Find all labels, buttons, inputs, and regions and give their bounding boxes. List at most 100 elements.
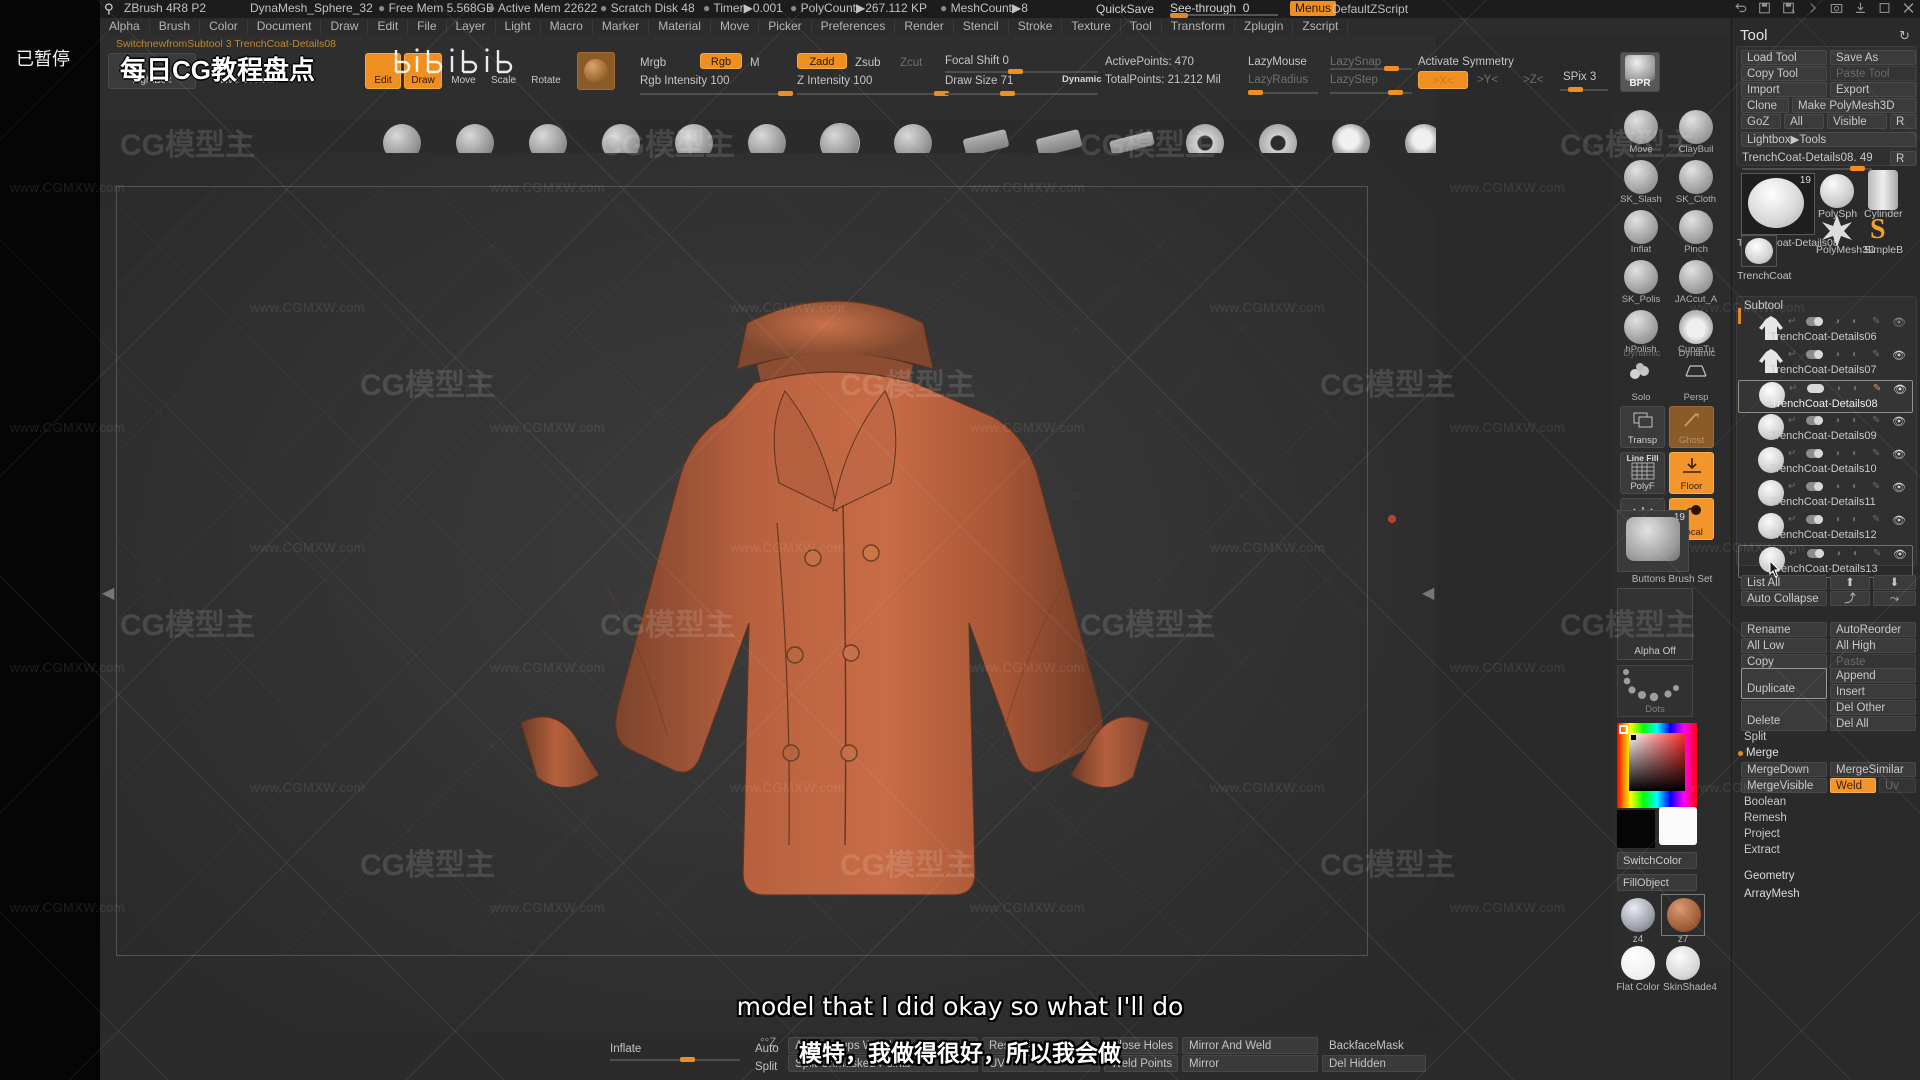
menu-item-color[interactable]: Color bbox=[200, 19, 248, 34]
subtool-row-12[interactable]: ↵ ◑ ◐ ✎ 👁 TrenchCoat-Details12 bbox=[1738, 512, 1913, 545]
menu-item-marker[interactable]: Marker bbox=[593, 19, 650, 34]
eye-icon[interactable]: 👁 bbox=[1892, 448, 1906, 461]
left-tray-toggle-icon[interactable]: ◀ bbox=[102, 583, 114, 603]
menu-item-layer[interactable]: Layer bbox=[447, 19, 496, 34]
brush-sk-slash[interactable]: SK_Slash bbox=[1616, 160, 1666, 206]
subtool-row-icons[interactable]: ↵ ◑ ◐ ✎ 👁 bbox=[1788, 481, 1910, 494]
all-low-button[interactable]: All Low bbox=[1741, 638, 1827, 653]
minimize-icon[interactable] bbox=[1853, 1, 1868, 15]
reset-icon[interactable]: ↻ bbox=[1899, 28, 1910, 44]
subtool-row-08[interactable]: ↵ ◑ ◐ ✎ 👁 TrenchCoat-Details08 bbox=[1738, 380, 1913, 413]
copy-tool-button[interactable]: Copy Tool bbox=[1741, 66, 1827, 81]
color-picker-square[interactable] bbox=[1629, 733, 1685, 791]
visibility-pill-icon[interactable] bbox=[1806, 482, 1823, 491]
bpr-render-button[interactable]: BPR bbox=[1620, 52, 1660, 92]
menu-item-move[interactable]: Move bbox=[711, 19, 760, 34]
see-through-slider[interactable]: See-through 0 bbox=[1170, 0, 1278, 18]
menu-item-tool[interactable]: Tool bbox=[1121, 19, 1162, 34]
visibility-pill-icon[interactable] bbox=[1806, 317, 1823, 326]
screenshot-icon[interactable] bbox=[1829, 1, 1844, 15]
ghost-toggle[interactable]: Ghost bbox=[1669, 406, 1714, 448]
lazysnap-knob[interactable] bbox=[1384, 66, 1399, 71]
zcut-toggle[interactable]: Zcut bbox=[900, 57, 922, 69]
del-all-button[interactable]: Del All bbox=[1830, 716, 1916, 731]
lazyradius-slider[interactable]: LazyRadius bbox=[1248, 74, 1308, 86]
coat-button[interactable] bbox=[786, 646, 804, 664]
menus-toggle-button[interactable]: Menus bbox=[1290, 1, 1337, 16]
auto-collapse-button[interactable]: Auto Collapse bbox=[1741, 591, 1827, 606]
paste-tool-button[interactable]: Paste Tool bbox=[1830, 66, 1916, 81]
rgb-toggle[interactable]: Rgb bbox=[700, 53, 742, 69]
subtool-row-13[interactable]: ↵ ◑ ◐ ✎ 👁 TrenchCoat-Details13 bbox=[1738, 545, 1913, 578]
del-other-button[interactable]: Del Other bbox=[1830, 700, 1916, 715]
trench-coat-model[interactable] bbox=[455, 253, 1215, 953]
remesh-section-header[interactable]: Remesh bbox=[1744, 812, 1787, 824]
undo-icon[interactable] bbox=[1733, 1, 1748, 15]
eye-icon[interactable]: 👁 bbox=[1893, 548, 1907, 561]
rgb-intensity-track[interactable] bbox=[640, 93, 790, 95]
eye-icon[interactable]: 👁 bbox=[1892, 316, 1906, 329]
simplebrush-icon[interactable]: S bbox=[1870, 214, 1886, 246]
symmetry-x-button[interactable]: >X< bbox=[1418, 71, 1468, 89]
menu-item-edit[interactable]: Edit bbox=[368, 19, 409, 34]
menu-item-preferences[interactable]: Preferences bbox=[812, 19, 896, 34]
rename-button[interactable]: Rename bbox=[1741, 622, 1827, 637]
save-as-icon[interactable] bbox=[1781, 1, 1796, 15]
lazystep-knob[interactable] bbox=[1388, 90, 1403, 95]
import-button[interactable]: Import bbox=[1741, 82, 1827, 97]
menu-item-picker[interactable]: Picker bbox=[759, 19, 812, 34]
lazysnap-track[interactable] bbox=[1330, 68, 1412, 70]
color-picker[interactable] bbox=[1617, 723, 1697, 808]
eye-icon[interactable]: 👁 bbox=[1892, 481, 1906, 494]
save-icon[interactable] bbox=[1757, 1, 1772, 15]
menu-item-document[interactable]: Document bbox=[248, 19, 322, 34]
close-icon[interactable] bbox=[1901, 1, 1916, 15]
coat-button[interactable] bbox=[782, 744, 800, 762]
mergesimilar-button[interactable]: MergeSimilar bbox=[1830, 762, 1916, 777]
coat-button[interactable] bbox=[840, 744, 858, 762]
polymesh3d-icon[interactable] bbox=[1820, 214, 1854, 246]
group-down-button[interactable]: ⤳ bbox=[1873, 591, 1916, 606]
move-down-button[interactable]: ⬇ bbox=[1873, 575, 1916, 590]
goz-visible-button[interactable]: Visible bbox=[1827, 114, 1887, 129]
menu-item-stroke[interactable]: Stroke bbox=[1009, 19, 1063, 34]
visibility-pill-icon[interactable] bbox=[1807, 549, 1824, 558]
subtool-row-icons[interactable]: ↵ ◑ ◐ ✎ 👁 bbox=[1788, 448, 1910, 461]
menu-item-file[interactable]: File bbox=[408, 19, 447, 34]
menu-item-texture[interactable]: Texture bbox=[1062, 19, 1121, 34]
current-material-swatch[interactable] bbox=[577, 52, 615, 90]
brush-sk-polish[interactable]: SK_Polis bbox=[1616, 260, 1666, 306]
save-as-button[interactable]: Save As bbox=[1830, 50, 1916, 65]
alpha-selector[interactable]: Alpha Off bbox=[1617, 588, 1693, 660]
mrgb-toggle[interactable]: Mrgb bbox=[640, 57, 666, 69]
boolean-section-header[interactable]: Boolean bbox=[1744, 796, 1786, 808]
draw-size-track[interactable] bbox=[945, 93, 1098, 95]
perspective-toggle[interactable]: Persp bbox=[1671, 358, 1721, 404]
eye-icon[interactable]: 👁 bbox=[1892, 349, 1906, 362]
eye-icon[interactable]: 👁 bbox=[1892, 514, 1906, 527]
autoreorder-button[interactable]: AutoReorder bbox=[1830, 622, 1916, 637]
delete-button[interactable]: Delete bbox=[1741, 700, 1827, 731]
project-section-header[interactable]: Project bbox=[1744, 828, 1780, 840]
append-button[interactable]: Append bbox=[1830, 668, 1916, 683]
activate-symmetry-label[interactable]: Activate Symmetry bbox=[1418, 56, 1514, 68]
visibility-pill-icon[interactable] bbox=[1806, 515, 1823, 524]
menu-item-material[interactable]: Material bbox=[649, 19, 711, 34]
list-all-button[interactable]: List All bbox=[1741, 575, 1827, 590]
material-flatcolor-swatch[interactable] bbox=[1621, 946, 1655, 980]
export-button[interactable]: Export bbox=[1830, 82, 1916, 97]
rotate-button[interactable]: Rotate bbox=[525, 53, 567, 89]
transparency-toggle[interactable]: Transp bbox=[1620, 406, 1665, 448]
menu-item-zscript[interactable]: Zscript bbox=[1293, 19, 1349, 34]
subtool-row-icons[interactable]: ↵ ◑ ◐ ✎ 👁 bbox=[1788, 316, 1910, 329]
visibility-pill-icon[interactable] bbox=[1807, 384, 1824, 393]
paste-subtool-button[interactable]: Paste bbox=[1830, 654, 1916, 669]
rgb-intensity-knob[interactable] bbox=[778, 91, 793, 96]
default-zscript-label[interactable]: DefaultZScript bbox=[1332, 2, 1408, 16]
quicksave-button[interactable]: QuickSave bbox=[1096, 2, 1154, 16]
material-z4-swatch[interactable] bbox=[1621, 898, 1655, 932]
menu-item-stencil[interactable]: Stencil bbox=[954, 19, 1009, 34]
stroke-selector[interactable]: Dots bbox=[1617, 665, 1693, 717]
polyframe-toggle[interactable]: Line Fill PolyF bbox=[1620, 452, 1665, 494]
split-section-header[interactable]: Split bbox=[1744, 731, 1766, 743]
